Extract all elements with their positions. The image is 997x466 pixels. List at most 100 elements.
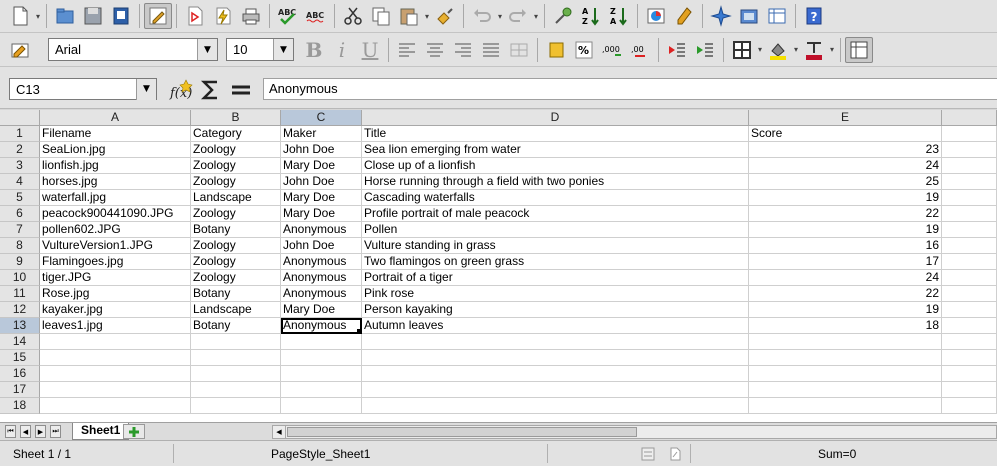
cell-a5[interactable]: waterfall.jpg — [40, 190, 191, 206]
row-header[interactable]: 6 — [0, 206, 40, 222]
cell-e16[interactable] — [749, 366, 942, 382]
cell-e15[interactable] — [749, 350, 942, 366]
formula-input[interactable]: Anonymous — [263, 78, 997, 100]
next-sheet-icon[interactable]: ▶ — [35, 425, 46, 438]
cell-e2[interactable]: 23 — [749, 142, 942, 158]
cell-extra[interactable] — [942, 238, 997, 254]
cell-e18[interactable] — [749, 398, 942, 414]
cell-c3[interactable]: Mary Doe — [281, 158, 362, 174]
row-header[interactable]: 7 — [0, 222, 40, 238]
cell-c16[interactable] — [281, 366, 362, 382]
paste-dropdown-icon[interactable]: ▾ — [423, 3, 431, 29]
cell-e1[interactable]: Score — [749, 126, 942, 142]
cell-d8[interactable]: Vulture standing in grass — [362, 238, 749, 254]
row-header[interactable]: 1 — [0, 126, 40, 142]
cell-a1[interactable]: Filename — [40, 126, 191, 142]
cell-d18[interactable] — [362, 398, 749, 414]
undo-icon[interactable] — [468, 3, 496, 29]
cell-a13[interactable]: leaves1.jpg — [40, 318, 191, 334]
cell-e7[interactable]: 19 — [749, 222, 942, 238]
cell-c14[interactable] — [281, 334, 362, 350]
cell-a11[interactable]: Rose.jpg — [40, 286, 191, 302]
draw-icon[interactable] — [670, 3, 698, 29]
cell-a17[interactable] — [40, 382, 191, 398]
row-header[interactable]: 5 — [0, 190, 40, 206]
cell-d1[interactable]: Title — [362, 126, 749, 142]
cell-extra[interactable] — [942, 222, 997, 238]
edit-mode-icon[interactable] — [144, 3, 172, 29]
column-header-extra[interactable] — [942, 110, 997, 126]
paste-icon[interactable] — [395, 3, 423, 29]
cell-d10[interactable]: Portrait of a tiger — [362, 270, 749, 286]
row-header[interactable]: 15 — [0, 350, 40, 366]
cell-b16[interactable] — [191, 366, 281, 382]
select-all-corner[interactable] — [0, 110, 40, 126]
row-header[interactable]: 13 — [0, 318, 40, 334]
cell-extra[interactable] — [942, 286, 997, 302]
gallery-icon[interactable] — [735, 3, 763, 29]
number-format-icon[interactable]: ,000 — [598, 37, 626, 63]
cell-d6[interactable]: Profile portrait of male peacock — [362, 206, 749, 222]
cell-b17[interactable] — [191, 382, 281, 398]
row-header[interactable]: 3 — [0, 158, 40, 174]
bold-button[interactable]: B — [300, 37, 328, 63]
cell-b10[interactable]: Zoology — [191, 270, 281, 286]
cell-d2[interactable]: Sea lion emerging from water — [362, 142, 749, 158]
cell-b4[interactable]: Zoology — [191, 174, 281, 190]
cell-b7[interactable]: Botany — [191, 222, 281, 238]
cell-c9[interactable]: Anonymous — [281, 254, 362, 270]
cell-e3[interactable]: 24 — [749, 158, 942, 174]
print-icon[interactable] — [209, 3, 237, 29]
cell-e5[interactable]: 19 — [749, 190, 942, 206]
prev-sheet-icon[interactable]: ◀ — [20, 425, 31, 438]
borders-dropdown-icon[interactable]: ▾ — [756, 37, 764, 63]
save-icon[interactable] — [79, 3, 107, 29]
open-icon[interactable] — [51, 3, 79, 29]
sort-descending-icon[interactable]: ZA — [605, 3, 633, 29]
cell-extra[interactable] — [942, 142, 997, 158]
cell-extra[interactable] — [942, 318, 997, 334]
row-header[interactable]: 10 — [0, 270, 40, 286]
function-wizard-icon[interactable]: f(x) — [168, 77, 194, 103]
font-name-box[interactable]: Arial ▼ — [48, 38, 218, 61]
scrollbar-thumb[interactable] — [287, 427, 637, 437]
cell-d11[interactable]: Pink rose — [362, 286, 749, 302]
cell-extra[interactable] — [942, 302, 997, 318]
cell-b8[interactable]: Zoology — [191, 238, 281, 254]
column-header-a[interactable]: A — [40, 110, 191, 126]
cell-d17[interactable] — [362, 382, 749, 398]
cell-d12[interactable]: Person kayaking — [362, 302, 749, 318]
chevron-down-icon[interactable]: ▼ — [197, 39, 217, 60]
grid-lines-icon[interactable] — [845, 36, 873, 63]
horizontal-scrollbar[interactable]: ◀ — [272, 425, 997, 439]
cell-c15[interactable] — [281, 350, 362, 366]
spellcheck-icon[interactable]: ABC — [274, 3, 302, 29]
row-header[interactable]: 11 — [0, 286, 40, 302]
cell-c1[interactable]: Maker — [281, 126, 362, 142]
cell-a2[interactable]: SeaLion.jpg — [40, 142, 191, 158]
cell-a10[interactable]: tiger.JPG — [40, 270, 191, 286]
cell-extra[interactable] — [942, 334, 997, 350]
cell-extra[interactable] — [942, 126, 997, 142]
cell-a3[interactable]: lionfish.jpg — [40, 158, 191, 174]
justify-icon[interactable] — [477, 37, 505, 63]
row-header[interactable]: 9 — [0, 254, 40, 270]
spreadsheet-grid[interactable]: ABCDE 1 Filename Category Maker Title Score 2 S… — [0, 110, 997, 422]
chart-icon[interactable] — [642, 3, 670, 29]
navigator-icon[interactable] — [707, 3, 735, 29]
align-center-icon[interactable] — [421, 37, 449, 63]
borders-icon[interactable] — [728, 37, 756, 63]
cell-a14[interactable] — [40, 334, 191, 350]
cell-c7[interactable]: Anonymous — [281, 222, 362, 238]
add-sheet-icon[interactable] — [123, 424, 145, 439]
cut-icon[interactable] — [339, 3, 367, 29]
undo-dropdown-icon[interactable]: ▾ — [496, 3, 504, 29]
cell-extra[interactable] — [942, 254, 997, 270]
background-color-icon[interactable] — [764, 37, 792, 63]
cell-b11[interactable]: Botany — [191, 286, 281, 302]
cell-e12[interactable]: 19 — [749, 302, 942, 318]
cell-e17[interactable] — [749, 382, 942, 398]
column-header-d[interactable]: D — [362, 110, 749, 126]
cell-b13[interactable]: Botany — [191, 318, 281, 334]
copy-icon[interactable] — [367, 3, 395, 29]
